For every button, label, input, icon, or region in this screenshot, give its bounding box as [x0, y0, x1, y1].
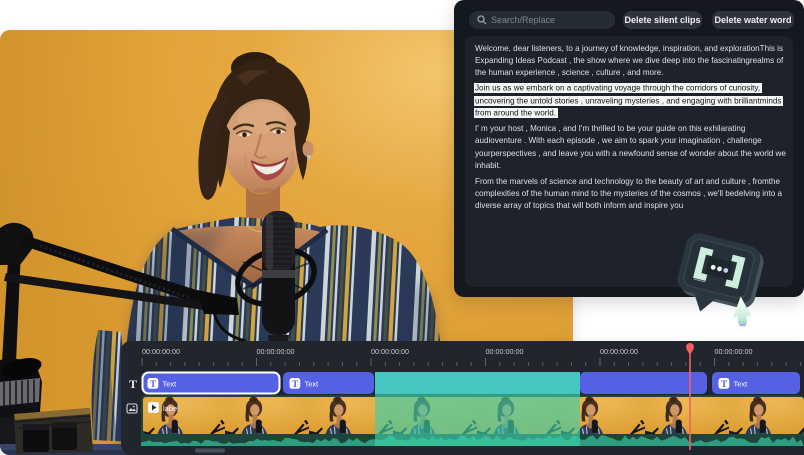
svg-text:T: T	[150, 379, 156, 389]
svg-text:00:00:00:00: 00:00:00:00	[600, 347, 638, 356]
svg-text:00:00:00:00: 00:00:00:00	[142, 347, 180, 356]
svg-text:00:00:00:00: 00:00:00:00	[371, 347, 409, 356]
svg-text:Text: Text	[305, 380, 320, 389]
svg-text:Text: Text	[163, 380, 178, 389]
svg-text:label: label	[163, 404, 179, 413]
svg-text:T: T	[292, 379, 298, 389]
svg-text:00:00:00:00: 00:00:00:00	[715, 347, 753, 356]
svg-text:Text: Text	[734, 380, 749, 389]
svg-text:T: T	[721, 379, 727, 389]
svg-text:T: T	[129, 377, 137, 391]
svg-text:00:00:00:00: 00:00:00:00	[257, 347, 295, 356]
svg-text:00:00:00:00: 00:00:00:00	[486, 347, 524, 356]
